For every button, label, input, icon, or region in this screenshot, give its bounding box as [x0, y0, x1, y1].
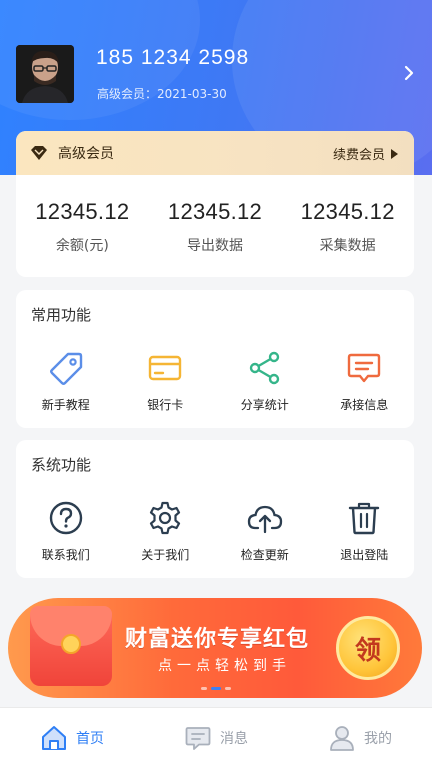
stat-value: 12345.12: [167, 199, 263, 224]
stat-export[interactable]: 12345.12 导出数据: [149, 199, 282, 255]
tutorial-button[interactable]: 新手教程: [16, 350, 116, 413]
icon-label: 分享统计: [240, 398, 289, 412]
about-us-button[interactable]: 关于我们: [116, 500, 216, 563]
icon-label: 关于我们: [141, 548, 190, 562]
user-icon: [330, 726, 354, 751]
stat-balance[interactable]: 12345.12 余额(元): [16, 199, 149, 255]
vip-bar: 高级会员 续费会员: [16, 131, 414, 175]
claim-button[interactable]: 领: [336, 616, 400, 680]
message-icon: [185, 727, 211, 750]
diamond-icon: [31, 146, 47, 160]
stat-value: 12345.12: [300, 199, 395, 224]
trash-icon: [349, 502, 380, 535]
message-icon: [348, 353, 381, 383]
gear-icon: [150, 501, 181, 535]
contact-us-button[interactable]: 联系我们: [16, 500, 116, 563]
carousel-indicator: [201, 687, 231, 690]
accept-info-button[interactable]: 承接信息: [315, 350, 415, 413]
bottom-tab-bar: 首页 消息 我的: [0, 707, 432, 768]
share-icon: [249, 351, 279, 385]
renew-label: 续费会员: [332, 148, 385, 163]
red-packet-banner[interactable]: 财富送你专享红包 点一点轻松到手 领: [8, 598, 422, 698]
renew-button[interactable]: 续费会员: [333, 144, 398, 163]
tab-messages[interactable]: 消息: [144, 708, 288, 768]
section-title: 系统功能: [31, 456, 92, 474]
tab-label: 消息: [220, 731, 248, 747]
icon-label: 联系我们: [41, 548, 90, 562]
tag-icon: [49, 352, 82, 385]
home-icon: [42, 726, 66, 750]
red-envelope-icon: [30, 606, 112, 686]
stat-collect[interactable]: 12345.12 采集数据: [281, 199, 414, 255]
question-icon: [49, 501, 82, 535]
member-expiry: 高级会员：2021-03-30: [97, 87, 227, 101]
share-stats-button[interactable]: 分享统计: [215, 350, 315, 413]
vip-title: 高级会员: [58, 146, 114, 162]
tab-mine[interactable]: 我的: [288, 708, 432, 768]
stat-value: 12345.12: [35, 199, 130, 224]
common-functions-card: 常用功能 新手教程 银行卡 分享统计 承接信息: [16, 290, 414, 428]
cloud-upload-icon: [247, 505, 282, 534]
section-title: 常用功能: [31, 306, 92, 324]
stat-label: 导出数据: [187, 238, 243, 254]
system-functions-card: 系统功能 联系我们 关于我们 检查更新 退出登陆: [16, 440, 414, 578]
stat-label: 余额(元): [55, 238, 109, 254]
banner-subtitle: 点一点轻松到手: [158, 658, 291, 674]
tab-label: 我的: [364, 731, 392, 747]
logout-button[interactable]: 退出登陆: [315, 500, 415, 563]
phone-number: 185 1234 2598: [96, 46, 250, 69]
icon-label: 承接信息: [340, 398, 389, 412]
icon-label: 检查更新: [240, 548, 289, 562]
bank-card-icon: [149, 355, 182, 381]
chevron-right-icon[interactable]: [402, 64, 416, 82]
check-update-button[interactable]: 检查更新: [215, 500, 315, 563]
banner-title: 财富送你专享红包: [125, 627, 310, 652]
bank-card-button[interactable]: 银行卡: [116, 350, 216, 413]
vip-card: 高级会员 续费会员 12345.12 余额(元) 12345.12 导出数据 1…: [16, 131, 414, 277]
tab-home[interactable]: 首页: [0, 708, 144, 768]
icon-label: 退出登陆: [340, 548, 389, 562]
icon-label: 新手教程: [41, 398, 90, 412]
stats-row: 12345.12 余额(元) 12345.12 导出数据 12345.12 采集…: [16, 175, 414, 255]
triangle-right-icon: [391, 148, 398, 159]
tab-label: 首页: [76, 731, 104, 747]
stat-label: 采集数据: [319, 238, 376, 254]
icon-label: 银行卡: [147, 398, 184, 412]
avatar[interactable]: [16, 45, 74, 103]
